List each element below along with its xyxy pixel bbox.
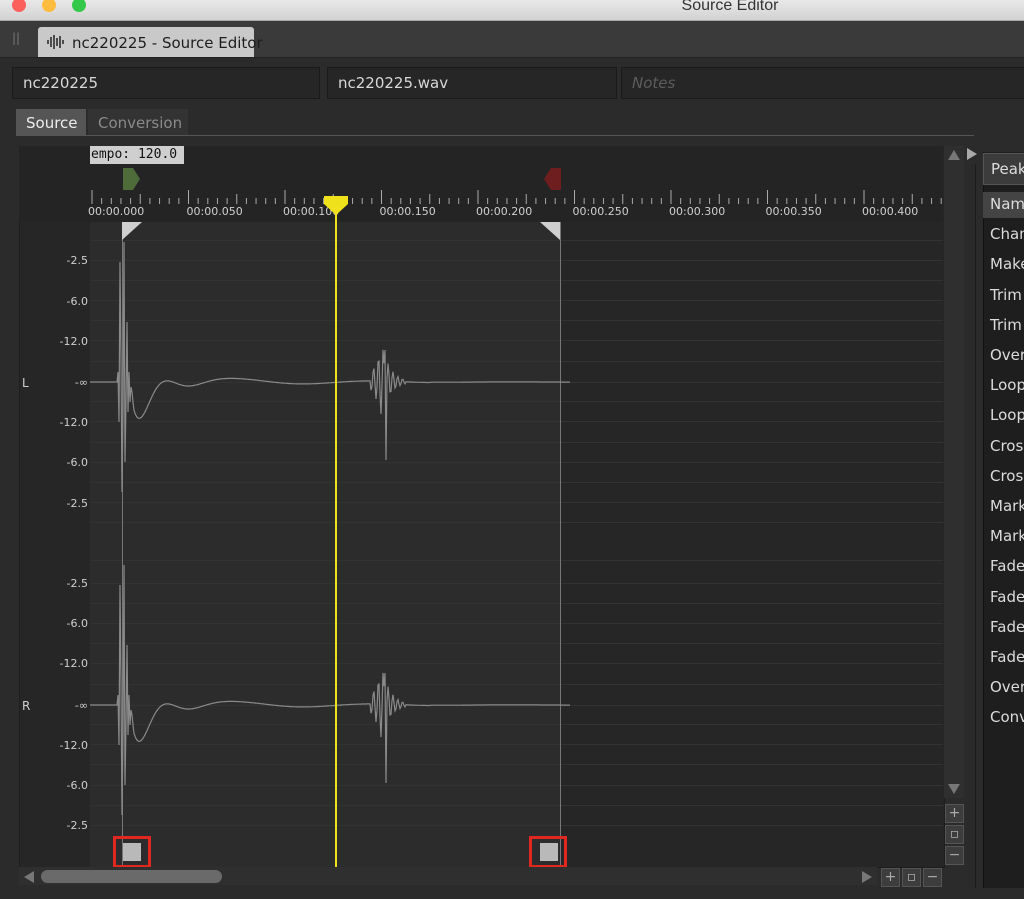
scroll-left-icon[interactable] <box>24 871 34 883</box>
property-item[interactable]: Chan <box>990 225 1024 243</box>
tab-source-editor[interactable]: nc220225 - Source Editor <box>38 27 263 57</box>
tempo-label: empo: 120.0 <box>90 146 184 164</box>
tab-label: nc220225 - Source Editor <box>72 34 263 52</box>
file-name-field[interactable]: nc220225.wav <box>327 67 617 99</box>
tick-label: 00:00.250 <box>572 205 629 218</box>
tab-source[interactable]: Source <box>16 109 86 135</box>
property-item[interactable]: Loop <box>990 406 1024 424</box>
db-label: -6.0 <box>66 295 88 308</box>
waveform-display <box>90 241 570 816</box>
property-item[interactable]: Cross <box>990 467 1024 485</box>
tick-label: 00:00.300 <box>669 205 726 218</box>
tick-label: 00:00.150 <box>379 205 436 218</box>
db-label: -6.0 <box>66 779 88 792</box>
tick-label: 00:00.200 <box>476 205 533 218</box>
db-label: -2.5 <box>66 819 88 832</box>
zoom-out-horizontal-button[interactable]: − <box>923 868 942 887</box>
property-item[interactable]: Name <box>990 195 1024 213</box>
start-marker-icon[interactable] <box>120 166 142 192</box>
tick-label: 00:00.350 <box>765 205 822 218</box>
channel-label-left: L <box>22 376 29 390</box>
tab-source-label: Source <box>26 114 78 132</box>
source-name-value: nc220225 <box>23 74 99 92</box>
db-label: -2.5 <box>66 577 88 590</box>
playhead-icon[interactable] <box>324 196 348 216</box>
tab-divider <box>16 135 974 136</box>
window-title: Source Editor <box>681 0 779 14</box>
waveform-path <box>90 564 570 816</box>
peak-dropdown[interactable]: Peak <box>983 153 1024 185</box>
tick-label: 00:00.400 <box>862 205 919 218</box>
db-label: -12.0 <box>59 335 88 348</box>
property-item[interactable]: Mark <box>990 497 1024 515</box>
property-item[interactable]: Fade <box>990 618 1024 636</box>
property-item[interactable]: Conv <box>990 708 1024 726</box>
panel-expand-icon[interactable] <box>967 148 977 160</box>
db-label: -∞ <box>74 699 88 712</box>
drag-grip-icon[interactable]: || <box>12 31 20 45</box>
scroll-up-icon[interactable] <box>948 150 960 160</box>
waveform-left <box>90 241 570 493</box>
zoom-fit-vertical-button[interactable]: ▫ <box>945 825 964 844</box>
property-item[interactable]: Trim <box>990 286 1022 304</box>
db-label: -2.5 <box>66 254 88 267</box>
db-label: -∞ <box>74 376 88 389</box>
channel-label-right: R <box>22 699 31 713</box>
tab-conversion[interactable]: Conversion <box>88 109 188 135</box>
db-label: -12.0 <box>59 657 88 670</box>
notes-placeholder: Notes <box>632 74 676 92</box>
zoom-out-vertical-button[interactable]: − <box>945 846 964 865</box>
db-label: -6.0 <box>66 456 88 469</box>
tick-label: 00:00.050 <box>186 205 243 218</box>
property-item[interactable]: Over <box>990 678 1024 696</box>
waveform-path <box>90 241 570 493</box>
db-label: -6.0 <box>66 617 88 630</box>
horizontal-scroll-thumb[interactable] <box>41 870 222 883</box>
scroll-right-icon[interactable] <box>862 871 872 883</box>
peak-dropdown-value: Peak <box>991 160 1024 178</box>
vertical-scrollbar[interactable] <box>944 146 964 798</box>
file-name-value: nc220225.wav <box>338 74 449 92</box>
property-item[interactable]: Fade <box>990 557 1024 575</box>
end-handle-highlight[interactable] <box>529 836 567 868</box>
db-label: -12.0 <box>59 739 88 752</box>
zoom-in-horizontal-button[interactable]: + <box>881 868 900 887</box>
property-item[interactable]: Cross <box>990 437 1024 455</box>
tick-label: 00:00.000 <box>88 205 145 218</box>
source-name-field[interactable]: nc220225 <box>12 67 320 99</box>
property-item[interactable]: Loop <box>990 376 1024 394</box>
property-item[interactable]: Over <box>990 346 1024 364</box>
property-item[interactable]: Trim <box>990 316 1022 334</box>
end-handle[interactable] <box>540 843 558 861</box>
property-item[interactable]: Mark <box>990 527 1024 545</box>
zoom-in-vertical-button[interactable]: + <box>945 804 964 823</box>
waveform-right <box>90 564 570 816</box>
property-item[interactable]: Fade <box>990 588 1024 606</box>
tab-conversion-label: Conversion <box>98 114 183 132</box>
playhead-line[interactable] <box>335 200 337 867</box>
ruler-ticks <box>91 190 942 204</box>
scroll-down-icon[interactable] <box>948 784 960 794</box>
property-item[interactable]: Make <box>990 255 1024 273</box>
zoom-fit-horizontal-button[interactable]: ▫ <box>902 868 921 887</box>
property-item[interactable]: Fade <box>990 648 1024 666</box>
waveform-icon <box>47 35 64 49</box>
tempo-value: empo: 120.0 <box>91 147 178 162</box>
notes-field[interactable]: Notes <box>621 67 1024 99</box>
db-label: -12.0 <box>59 416 88 429</box>
start-handle[interactable] <box>123 843 141 861</box>
panel-splitter[interactable] <box>967 164 976 888</box>
db-label: -2.5 <box>66 497 88 510</box>
end-marker-icon[interactable] <box>542 166 564 192</box>
start-handle-highlight[interactable] <box>113 836 151 868</box>
